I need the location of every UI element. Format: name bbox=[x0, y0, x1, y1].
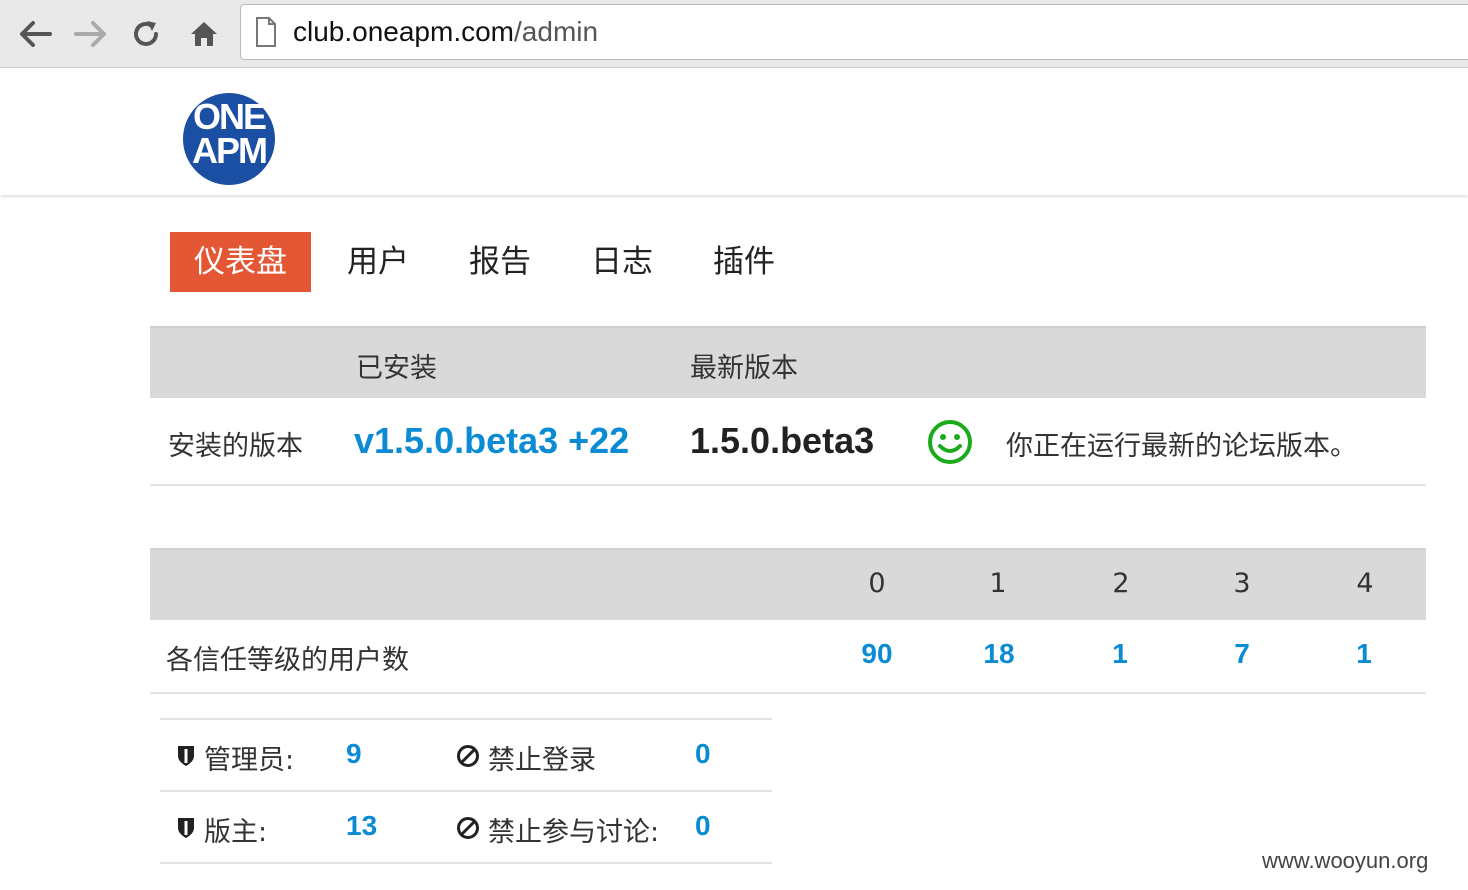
trust-level-2-header: 2 bbox=[1112, 568, 1130, 599]
tab-reports[interactable]: 报告 bbox=[445, 232, 555, 292]
page-icon bbox=[256, 17, 276, 47]
oneapm-logo[interactable]: ONE APM bbox=[183, 93, 275, 185]
admins-label: 管理员: bbox=[204, 745, 295, 776]
reload-button[interactable] bbox=[126, 14, 166, 54]
trust-level-3-header: 3 bbox=[1233, 568, 1251, 599]
forward-button[interactable] bbox=[70, 14, 110, 54]
ban-icon bbox=[457, 817, 479, 839]
trust-level-3-count[interactable]: 7 bbox=[1212, 638, 1272, 670]
home-button[interactable] bbox=[184, 14, 224, 54]
tab-dashboard[interactable]: 仪表盘 bbox=[170, 232, 311, 292]
suspended-count[interactable]: 0 bbox=[695, 738, 711, 770]
installed-version-link[interactable]: v1.5.0.beta3 +22 bbox=[354, 420, 629, 462]
admins-count[interactable]: 9 bbox=[346, 738, 362, 770]
version-table-header: 已安装 最新版本 bbox=[150, 326, 1426, 398]
trust-level-1-count[interactable]: 18 bbox=[969, 638, 1029, 670]
trust-level-4-header: 4 bbox=[1356, 568, 1374, 599]
silenced-label: 禁止参与讨论: bbox=[488, 817, 660, 848]
watermark: www.wooyun.org bbox=[1262, 848, 1429, 873]
tab-logs[interactable]: 日志 bbox=[567, 232, 677, 292]
trust-level-row: 各信任等级的用户数 90 18 1 7 1 bbox=[150, 620, 1426, 694]
address-bar[interactable]: club.oneapm.com/admin bbox=[240, 4, 1468, 60]
suspended-label: 禁止登录 bbox=[488, 745, 596, 776]
trust-level-1-header: 1 bbox=[989, 568, 1007, 599]
tab-plugins[interactable]: 插件 bbox=[689, 232, 799, 292]
staff-stats-table: 管理员: 9 禁止登录 0 版主: 13 禁止参与讨论: 0 bbox=[160, 718, 772, 864]
trust-level-header: 0 1 2 3 4 bbox=[150, 548, 1426, 620]
smile-icon bbox=[928, 420, 972, 464]
version-status: 你正在运行最新的论坛版本。 bbox=[1006, 431, 1357, 462]
url-text: club.oneapm.com/admin bbox=[293, 16, 599, 47]
stats-row: 版主: 13 禁止参与讨论: 0 bbox=[160, 792, 772, 864]
trust-level-0-count[interactable]: 90 bbox=[847, 638, 907, 670]
version-label: 安装的版本 bbox=[168, 431, 303, 462]
trust-level-label: 各信任等级的用户数 bbox=[166, 645, 409, 676]
trust-level-table: 0 1 2 3 4 各信任等级的用户数 90 18 1 7 1 bbox=[150, 548, 1426, 694]
moderators-count[interactable]: 13 bbox=[346, 810, 377, 842]
version-row: 安装的版本 v1.5.0.beta3 +22 1.5.0.beta3 你正在运行… bbox=[150, 398, 1426, 486]
forward-arrow-icon bbox=[74, 21, 106, 47]
installed-header: 已安装 bbox=[356, 353, 437, 384]
latest-header: 最新版本 bbox=[690, 353, 798, 384]
trust-level-2-count[interactable]: 1 bbox=[1090, 638, 1150, 670]
browser-toolbar: club.oneapm.com/admin bbox=[0, 0, 1468, 68]
ban-icon bbox=[457, 745, 479, 767]
back-arrow-icon bbox=[20, 21, 52, 47]
trust-level-0-header: 0 bbox=[868, 568, 886, 599]
reload-icon bbox=[134, 21, 158, 46]
shield-icon bbox=[178, 746, 194, 766]
latest-version: 1.5.0.beta3 bbox=[690, 420, 875, 461]
shield-icon bbox=[178, 818, 194, 838]
moderators-label: 版主: bbox=[204, 817, 268, 848]
tab-users[interactable]: 用户 bbox=[323, 232, 433, 292]
home-icon bbox=[191, 22, 217, 46]
trust-level-4-count[interactable]: 1 bbox=[1334, 638, 1394, 670]
back-button[interactable] bbox=[16, 14, 56, 54]
silenced-count[interactable]: 0 bbox=[695, 810, 711, 842]
site-header: ONE APM bbox=[0, 69, 1468, 195]
version-table: 已安装 最新版本 安装的版本 v1.5.0.beta3 +22 1.5.0.be… bbox=[150, 326, 1426, 486]
admin-nav-tabs: 仪表盘 用户 报告 日志 插件 bbox=[170, 232, 799, 292]
stats-row: 管理员: 9 禁止登录 0 bbox=[160, 720, 772, 792]
